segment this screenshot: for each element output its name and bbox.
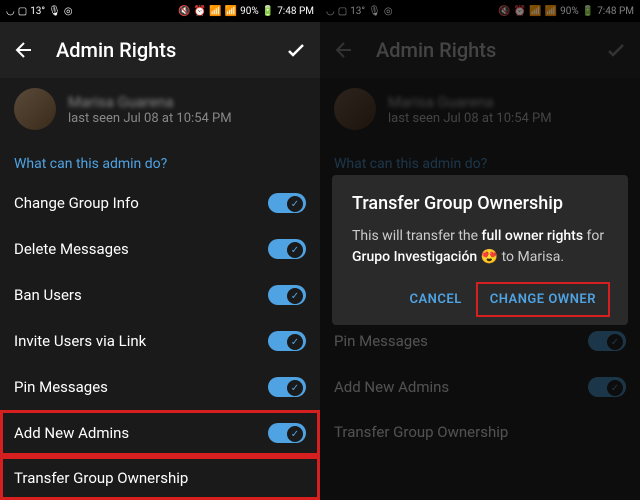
perm-change-info[interactable]: Change Group Info (0, 180, 320, 226)
perm-label: Pin Messages (14, 378, 108, 396)
toggle-on-icon[interactable] (268, 331, 306, 351)
status-icon: ▢ (18, 6, 27, 17)
perm-transfer-ownership[interactable]: Transfer Group Ownership (0, 456, 320, 500)
perm-label: Ban Users (14, 286, 82, 304)
perm-label: Delete Messages (14, 240, 129, 258)
perm-label: Change Group Info (14, 194, 139, 212)
battery-pct: 90% (240, 6, 259, 17)
status-bar: ◡ ▢ 13° 🎙 ◎ 🔇 ⏰ 📶 📶 90% 🔋 7:48 PM (0, 0, 320, 22)
phone-right: ◡ ▢ 13° 🎙 ◎ 🔇 ⏰ 📶 📶 90% 🔋 7:48 PM Admin … (320, 0, 640, 500)
signal-icon: 📶 (225, 6, 237, 17)
dialog-title: Transfer Group Ownership (352, 193, 608, 214)
perm-label: Add New Admins (14, 424, 129, 442)
status-icon: ◎ (64, 6, 73, 17)
toggle-on-icon[interactable] (268, 377, 306, 397)
status-icon: ◡ (6, 6, 15, 17)
page-title: Admin Rights (56, 38, 264, 62)
toggle-on-icon[interactable] (268, 193, 306, 213)
toggle-on-icon[interactable] (268, 285, 306, 305)
back-arrow-icon[interactable] (12, 38, 36, 62)
battery-icon: 🔋 (262, 6, 274, 17)
toggle-on-icon[interactable] (268, 239, 306, 259)
user-name: Marisa Guarena (68, 93, 232, 111)
perm-add-admins[interactable]: Add New Admins (0, 410, 320, 456)
toggle-on-icon[interactable] (268, 423, 306, 443)
section-title: What can this admin do? (0, 140, 320, 180)
change-owner-button[interactable]: CHANGE OWNER (478, 284, 608, 315)
perm-delete-messages[interactable]: Delete Messages (0, 226, 320, 272)
perm-pin-messages[interactable]: Pin Messages (0, 364, 320, 410)
perm-label: Transfer Group Ownership (14, 469, 188, 487)
perm-invite-link[interactable]: Invite Users via Link (0, 318, 320, 364)
transfer-dialog: Transfer Group Ownership This will trans… (332, 175, 628, 325)
mute-icon: 🔇 (178, 6, 190, 17)
confirm-check-icon[interactable] (284, 38, 308, 62)
user-status: last seen Jul 08 at 10:54 PM (68, 111, 232, 126)
alarm-icon: ⏰ (194, 6, 206, 17)
phone-left: ◡ ▢ 13° 🎙 ◎ 🔇 ⏰ 📶 📶 90% 🔋 7:48 PM Admin … (0, 0, 320, 500)
status-icon: 🎙 (48, 6, 61, 17)
clock: 7:48 PM (277, 6, 314, 17)
status-temp: 13° (30, 6, 45, 17)
signal-icon: 📶 (209, 6, 221, 17)
app-header: Admin Rights (0, 22, 320, 78)
modal-overlay[interactable]: Transfer Group Ownership This will trans… (320, 0, 640, 500)
perm-label: Invite Users via Link (14, 332, 146, 350)
avatar (14, 88, 56, 130)
perm-ban-users[interactable]: Ban Users (0, 272, 320, 318)
user-row[interactable]: Marisa Guarena last seen Jul 08 at 10:54… (0, 78, 320, 140)
dialog-body: This will transfer the full owner rights… (352, 226, 608, 268)
cancel-button[interactable]: CANCEL (397, 284, 473, 315)
